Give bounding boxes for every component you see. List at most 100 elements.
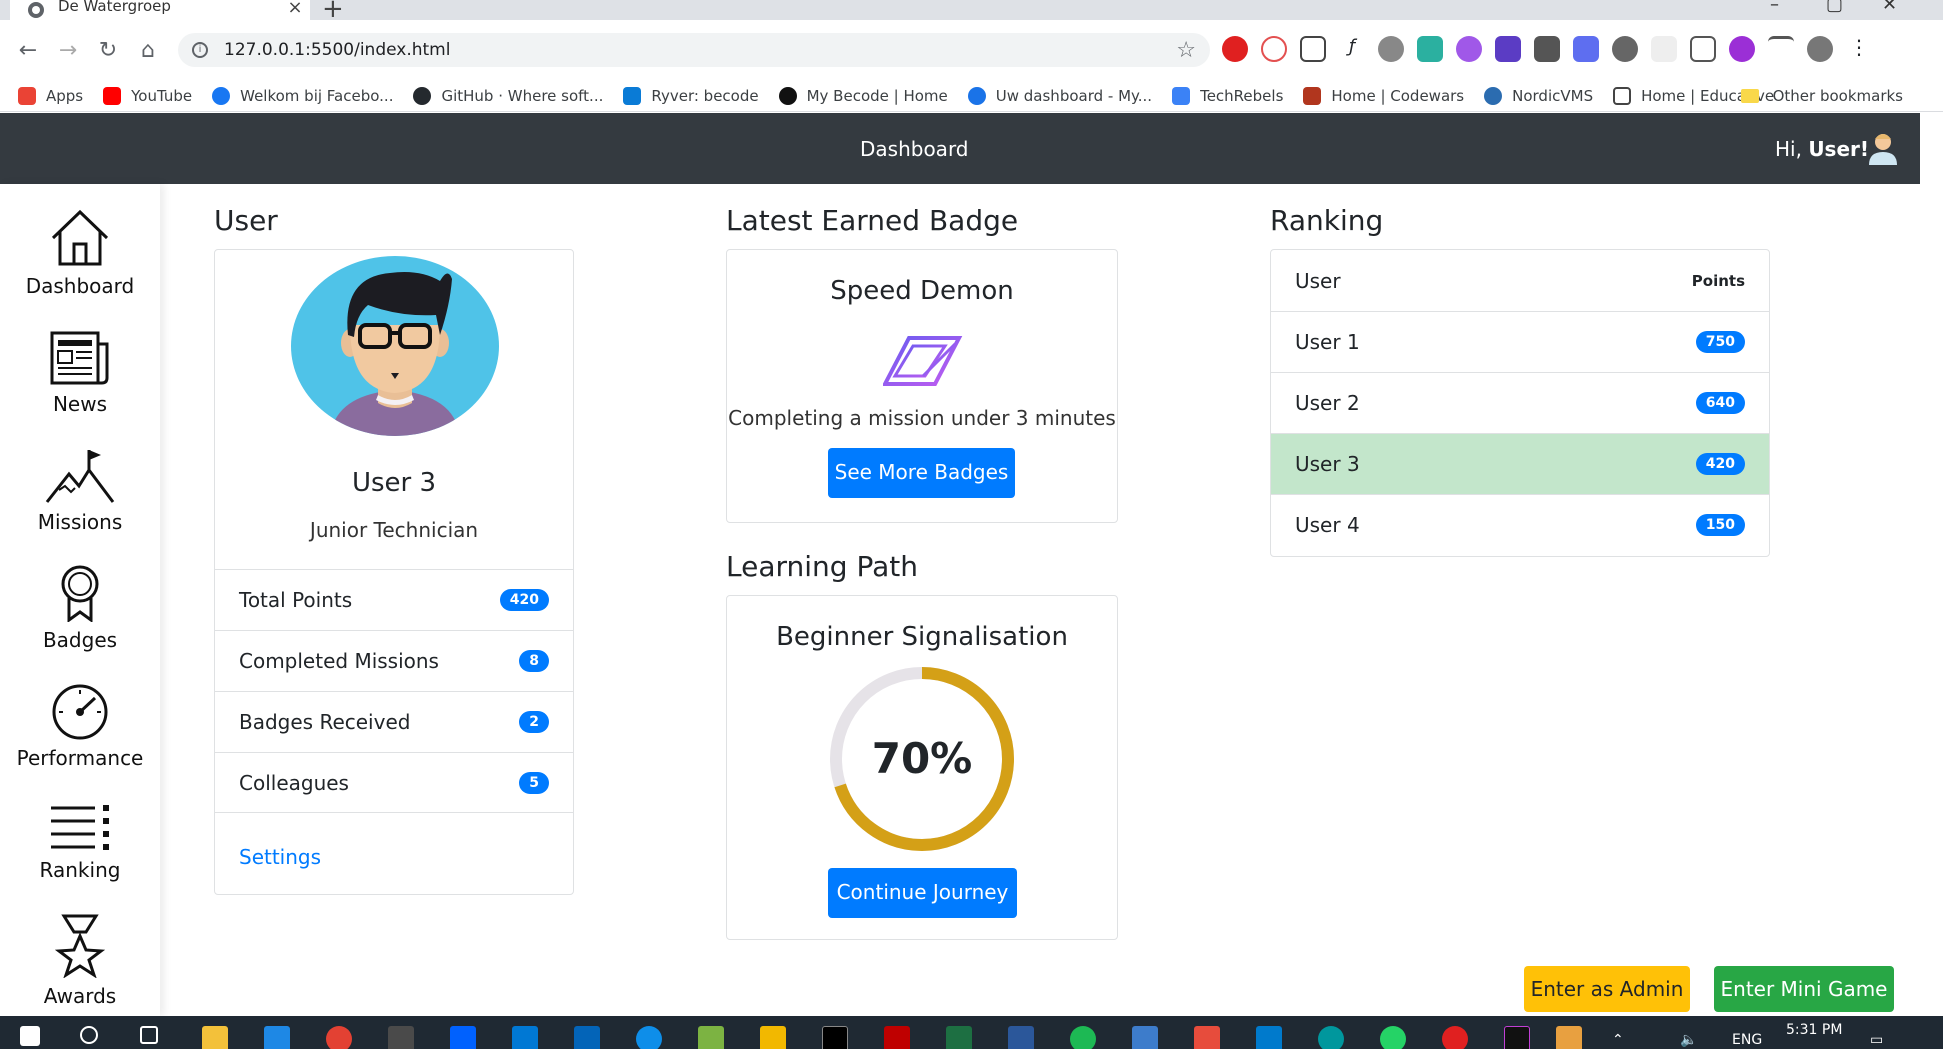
ranking-row-current-user[interactable]: User 3 420: [1271, 433, 1769, 494]
forward-icon[interactable]: →: [48, 38, 88, 63]
teamviewer-icon[interactable]: [636, 1026, 662, 1049]
clock[interactable]: 5:31 PM: [1786, 1022, 1842, 1038]
excel-icon[interactable]: [946, 1026, 972, 1049]
sidebar-item-news[interactable]: News: [0, 330, 160, 416]
enter-admin-button[interactable]: Enter as Admin: [1524, 966, 1690, 1012]
bookmark-youtube[interactable]: YouTube: [103, 86, 192, 105]
c-extension-icon[interactable]: [1534, 36, 1560, 62]
bookmark-codewars[interactable]: Home | Codewars: [1303, 86, 1464, 105]
sidebar-item-label: Awards: [43, 984, 117, 1008]
ranking-row[interactable]: User 4 150: [1271, 494, 1769, 555]
bookmark-facebook[interactable]: Welkom bij Facebo...: [212, 86, 393, 105]
opera-icon[interactable]: [1222, 36, 1248, 62]
cube-icon[interactable]: [1495, 36, 1521, 62]
profile-icon[interactable]: [1807, 36, 1833, 62]
reload-icon[interactable]: ↻: [88, 38, 128, 63]
blocker-icon[interactable]: [1261, 36, 1287, 62]
ranking-row[interactable]: User 2 640: [1271, 372, 1769, 433]
bookmark-techrebels[interactable]: TechRebels: [1172, 86, 1283, 105]
app-icon[interactable]: [1132, 1026, 1158, 1049]
sidebar-item-label: News: [52, 392, 108, 416]
search-icon[interactable]: [80, 1026, 98, 1044]
url-text: 127.0.0.1:5500/index.html: [224, 40, 451, 60]
back-icon[interactable]: ←: [8, 38, 48, 63]
close-tab-icon[interactable]: ×: [280, 0, 310, 18]
chrome-icon[interactable]: [326, 1026, 352, 1049]
close-window-icon[interactable]: ✕: [1882, 0, 1897, 15]
learning-path-name: Beginner Signalisation: [776, 622, 1068, 652]
gear-extension-icon[interactable]: [1612, 36, 1638, 62]
whatsapp-icon[interactable]: [1380, 1026, 1406, 1049]
home-browser-icon[interactable]: ⌂: [128, 38, 168, 63]
tray-chevron-icon[interactable]: ⌃: [1612, 1032, 1624, 1048]
sidebar-item-performance[interactable]: Performance: [0, 682, 160, 770]
bookmark-ryver[interactable]: Ryver: becode: [623, 86, 759, 105]
bookmark-star-icon[interactable]: ☆: [1176, 38, 1196, 63]
bug-icon[interactable]: [1378, 36, 1404, 62]
continue-journey-button[interactable]: Continue Journey: [828, 868, 1017, 918]
sidebar: Dashboard News Missions Badges Performan…: [0, 184, 160, 1016]
opera-taskbar-icon[interactable]: [1442, 1026, 1468, 1049]
screenshot-icon[interactable]: [1300, 36, 1326, 62]
arduino-icon[interactable]: [1318, 1026, 1344, 1049]
other-bookmarks[interactable]: Other bookmarks: [1740, 87, 1903, 105]
rank-user: User 2: [1295, 391, 1360, 415]
vscode-icon[interactable]: [1256, 1026, 1282, 1049]
eyedropper-icon[interactable]: [1417, 36, 1443, 62]
file-explorer-icon[interactable]: [202, 1026, 228, 1049]
minimize-icon[interactable]: –: [1770, 0, 1779, 15]
address-bar[interactable]: i 127.0.0.1:5500/index.html ☆: [178, 33, 1210, 67]
spotify-icon[interactable]: [1070, 1026, 1096, 1049]
python-icon[interactable]: [760, 1026, 786, 1049]
bookmark-becode[interactable]: My Becode | Home: [778, 86, 948, 105]
notifications-icon[interactable]: ▭: [1870, 1032, 1883, 1048]
sidebar-item-missions[interactable]: Missions: [0, 446, 160, 534]
language-indicator[interactable]: ENG: [1732, 1032, 1762, 1048]
user-card: User 3 Junior Technician Total Points 42…: [214, 249, 574, 895]
document-icon[interactable]: [1556, 1026, 1582, 1049]
bookmark-apps[interactable]: Apps: [18, 86, 83, 105]
formula-icon[interactable]: ƒ: [1339, 36, 1365, 62]
emoji-icon[interactable]: [1729, 36, 1755, 62]
learning-path-card: Beginner Signalisation 70% Continue Jour…: [726, 595, 1118, 940]
settings-link[interactable]: Settings: [239, 845, 321, 869]
user-avatar: [291, 256, 499, 436]
enter-mini-game-button[interactable]: Enter Mini Game: [1714, 966, 1894, 1012]
maximize-icon[interactable]: ▢: [1826, 0, 1843, 15]
reading-list-icon[interactable]: [1768, 36, 1794, 62]
info-icon[interactable]: i: [192, 42, 208, 58]
menu-dots-icon[interactable]: ⋮: [1846, 36, 1872, 62]
task-view-icon[interactable]: [140, 1026, 158, 1044]
bookmark-dashboard[interactable]: Uw dashboard - My...: [967, 86, 1152, 105]
badge-name: Speed Demon: [830, 276, 1014, 306]
sidebar-item-badges[interactable]: Badges: [0, 564, 160, 652]
ranking-row[interactable]: User 1 750: [1271, 311, 1769, 372]
edge-icon[interactable]: [264, 1026, 290, 1049]
bookmark-github[interactable]: GitHub · Where soft...: [413, 86, 603, 105]
outlook-icon[interactable]: [574, 1026, 600, 1049]
store-icon[interactable]: [388, 1026, 414, 1049]
dropbox-icon[interactable]: [450, 1026, 476, 1049]
sidebar-item-ranking[interactable]: Ranking: [0, 804, 160, 882]
avatar-icon[interactable]: [1865, 129, 1901, 165]
blank-extension-icon[interactable]: [1651, 36, 1677, 62]
ranking-section-title: Ranking: [1270, 204, 1384, 237]
git-icon[interactable]: [1194, 1026, 1220, 1049]
see-more-badges-button[interactable]: See More Badges: [828, 448, 1015, 498]
browser-tab[interactable]: De Watergroep ×: [10, 0, 310, 20]
hyper-terminal-icon[interactable]: [1504, 1026, 1530, 1049]
volume-icon[interactable]: 🔈: [1680, 1032, 1697, 1048]
sidebar-item-dashboard[interactable]: Dashboard: [0, 208, 160, 298]
filezilla-icon[interactable]: [884, 1026, 910, 1049]
browser-toolbar: ← → ↻ ⌂ i 127.0.0.1:5500/index.html ☆ ƒ …: [0, 20, 1943, 80]
mail-icon[interactable]: [512, 1026, 538, 1049]
tag-icon[interactable]: [1456, 36, 1482, 62]
notepad-icon[interactable]: [698, 1026, 724, 1049]
sidebar-item-awards[interactable]: Awards: [0, 914, 160, 1008]
bookmark-nordicvms[interactable]: NordicVMS: [1484, 86, 1593, 105]
terminal-icon[interactable]: [822, 1026, 848, 1049]
window-icon[interactable]: [1573, 36, 1599, 62]
bracket-icon[interactable]: [1690, 36, 1716, 62]
word-icon[interactable]: [1008, 1026, 1034, 1049]
windows-start-icon[interactable]: [20, 1026, 40, 1046]
